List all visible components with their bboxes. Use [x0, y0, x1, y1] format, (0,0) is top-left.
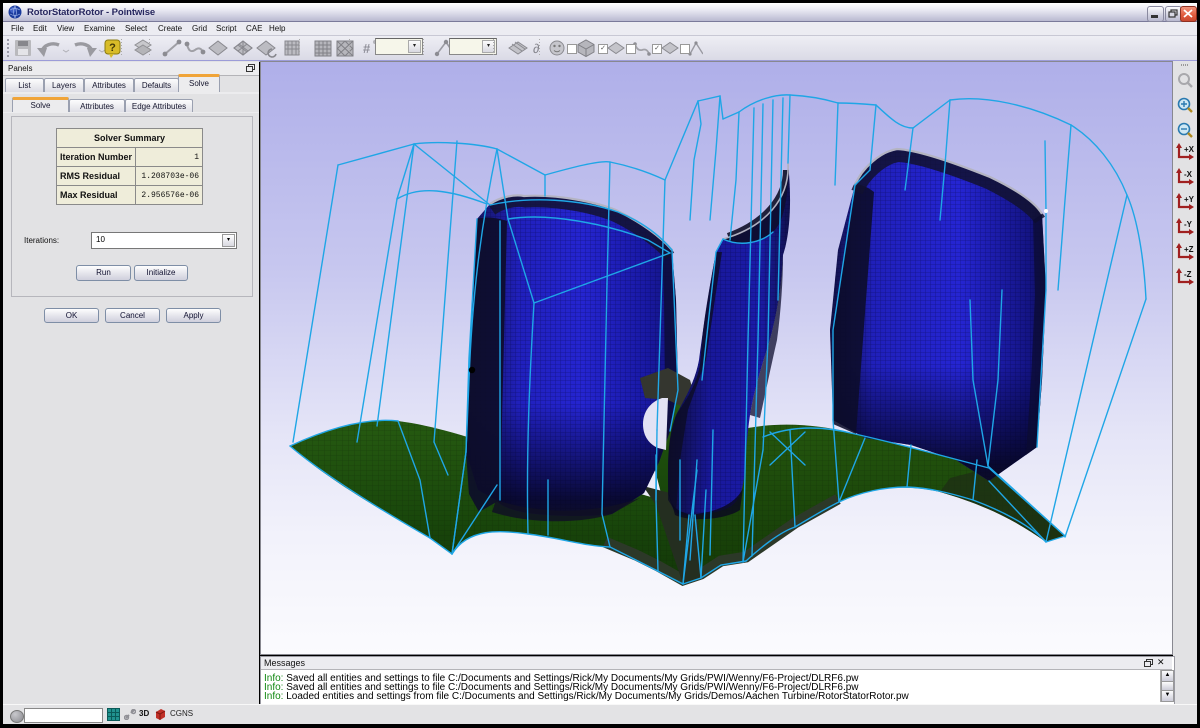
- svg-text:-Y: -Y: [1184, 220, 1193, 229]
- svg-text:+Y: +Y: [1184, 195, 1195, 204]
- svg-text:+Z: +Z: [1184, 245, 1194, 254]
- svg-text:-X: -X: [1184, 170, 1193, 179]
- svg-text:#: #: [363, 41, 371, 56]
- svg-text:?: ?: [109, 42, 116, 54]
- svg-text:+X: +X: [1184, 145, 1195, 154]
- svg-text:-Z: -Z: [1184, 270, 1192, 279]
